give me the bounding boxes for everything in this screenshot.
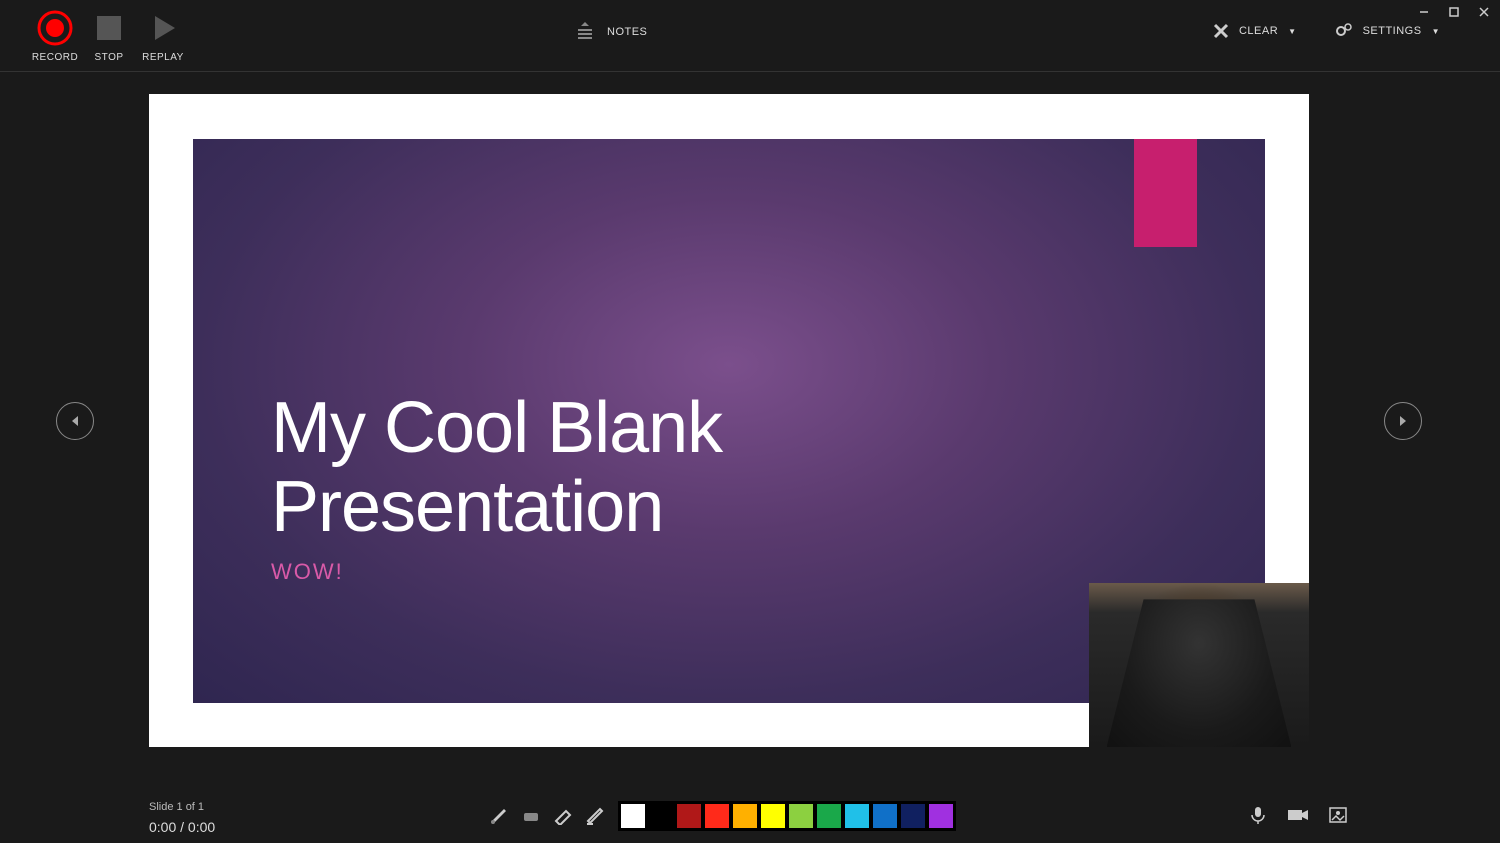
eraser-tool[interactable]	[518, 801, 544, 827]
color-swatch-4[interactable]	[732, 803, 758, 829]
window-controls	[1418, 6, 1490, 18]
time-counter: 0:00 / 0:00	[149, 819, 215, 835]
top-toolbar: RECORD STOP REPLAY NOTES	[0, 0, 1500, 72]
color-swatch-10[interactable]	[900, 803, 926, 829]
notes-label: NOTES	[607, 26, 647, 38]
caret-down-icon: ▼	[1432, 27, 1440, 36]
chevron-left-icon	[68, 414, 82, 428]
close-icon	[1213, 23, 1229, 39]
thumbnail-icon	[1328, 805, 1348, 825]
settings-label: SETTINGS	[1363, 25, 1422, 37]
clear-button[interactable]: CLEAR ▼	[1213, 23, 1297, 39]
annotation-tools	[486, 801, 608, 827]
microphone-icon	[1248, 805, 1268, 825]
next-slide-button[interactable]	[1384, 402, 1422, 440]
chevron-right-icon	[1396, 414, 1410, 428]
stage: My Cool Blank Presentation WOW!	[0, 72, 1500, 795]
microphone-toggle[interactable]	[1246, 803, 1270, 827]
webcam-preview[interactable]	[1089, 583, 1309, 747]
color-swatches	[618, 801, 956, 831]
bookmark-accent	[1134, 139, 1197, 247]
record-icon	[37, 10, 73, 46]
camera-toggle[interactable]	[1286, 803, 1310, 827]
pen-tool[interactable]	[486, 801, 512, 827]
marker-tool[interactable]	[582, 801, 608, 827]
replay-button[interactable]: REPLAY	[140, 10, 186, 63]
color-swatch-8[interactable]	[844, 803, 870, 829]
settings-button[interactable]: SETTINGS ▼	[1335, 22, 1440, 40]
play-icon	[145, 10, 181, 46]
stop-icon	[91, 10, 127, 46]
replay-label: REPLAY	[142, 52, 184, 63]
highlighter-tool[interactable]	[550, 801, 576, 827]
slide-subtitle: WOW!	[271, 559, 344, 585]
record-label: RECORD	[32, 52, 78, 63]
close-button[interactable]	[1478, 6, 1490, 18]
slide-title-line2: Presentation	[271, 467, 663, 547]
notes-icon	[575, 22, 595, 42]
color-swatch-6[interactable]	[788, 803, 814, 829]
color-swatch-3[interactable]	[704, 803, 730, 829]
color-swatch-2[interactable]	[676, 803, 702, 829]
clear-label: CLEAR	[1239, 25, 1278, 37]
camera-icon	[1286, 805, 1310, 825]
maximize-button[interactable]	[1448, 6, 1460, 18]
stop-label: STOP	[94, 52, 123, 63]
color-swatch-0[interactable]	[620, 803, 646, 829]
color-swatch-1[interactable]	[648, 803, 674, 829]
slide-canvas: My Cool Blank Presentation WOW!	[149, 94, 1309, 747]
notes-button[interactable]: NOTES	[575, 22, 647, 42]
prev-slide-button[interactable]	[56, 402, 94, 440]
slide-title-line1: My Cool Blank	[271, 388, 722, 468]
thumbnail-toggle[interactable]	[1326, 803, 1350, 827]
color-swatch-7[interactable]	[816, 803, 842, 829]
bottom-toolbar: Slide 1 of 1 0:00 / 0:00	[0, 795, 1500, 843]
gear-icon	[1335, 22, 1353, 40]
slide-counter: Slide 1 of 1	[149, 801, 204, 813]
color-swatch-11[interactable]	[928, 803, 954, 829]
color-swatch-5[interactable]	[760, 803, 786, 829]
color-swatch-9[interactable]	[872, 803, 898, 829]
stop-button[interactable]: STOP	[86, 10, 132, 63]
slide-title: My Cool Blank Presentation	[271, 389, 722, 547]
caret-down-icon: ▼	[1288, 27, 1296, 36]
record-button[interactable]: RECORD	[32, 10, 78, 63]
minimize-button[interactable]	[1418, 6, 1430, 18]
